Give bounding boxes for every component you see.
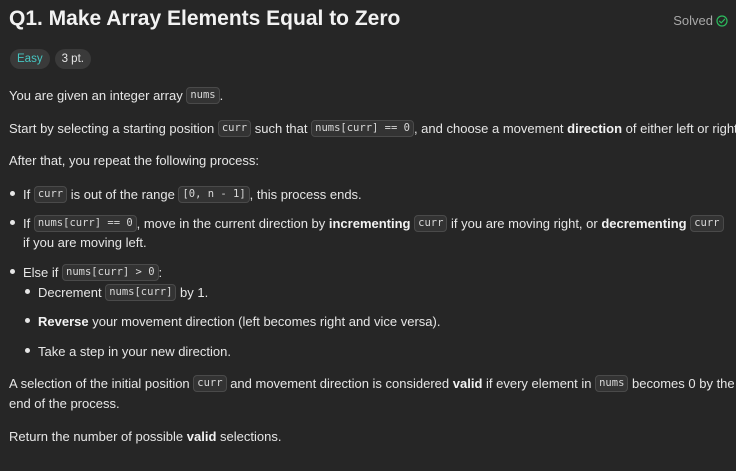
bold-text: Reverse — [38, 314, 89, 329]
text: : — [158, 265, 163, 280]
bullet — [25, 348, 30, 353]
text: Else if — [23, 265, 63, 280]
inline-code: nums — [595, 375, 629, 393]
inline-code: nums[curr] == 0 — [33, 215, 137, 233]
text: if every element in — [482, 376, 596, 391]
inline-code: nums[curr] — [105, 284, 177, 302]
bullet — [25, 289, 30, 294]
text: by 1. — [176, 285, 209, 300]
list-item: If curr is out of the range [0, n - 1], … — [23, 185, 362, 204]
list-item: Else if nums[curr] > 0: — [23, 263, 162, 282]
inline-code: curr — [193, 375, 227, 393]
list-item: If nums[curr] == 0, move in the current … — [23, 214, 724, 233]
problem-title: Q1. Make Array Elements Equal to Zero — [9, 7, 401, 30]
text: if you are moving right, or — [447, 216, 602, 231]
text: selections. — [216, 429, 282, 444]
nested-list-item: Reverse your movement direction (left be… — [38, 312, 440, 331]
text: Start by selecting a starting position — [9, 121, 218, 136]
points-badge: 3 pt. — [54, 49, 91, 69]
text: , move in the current direction by — [136, 216, 329, 231]
bullet — [10, 269, 15, 274]
solved-label: Solved — [673, 13, 713, 28]
inline-code: curr — [217, 120, 252, 138]
inline-code: curr — [414, 215, 448, 233]
inline-code: curr — [690, 215, 724, 233]
inline-code: nums — [186, 87, 220, 105]
bold-text: direction — [567, 121, 623, 136]
nested-list-item: Take a step in your new direction. — [38, 342, 231, 361]
paragraph-intro: You are given an integer array nums. — [9, 86, 223, 105]
bullet — [25, 318, 30, 323]
paragraph-process: After that, you repeat the following pro… — [9, 151, 259, 170]
text: , this process ends. — [249, 187, 362, 202]
badge-row: Easy 3 pt. — [10, 49, 91, 69]
text: If — [23, 187, 34, 202]
check-circle-icon — [716, 14, 728, 27]
text: , and choose a movement — [413, 121, 568, 136]
text: You are given an integer array — [9, 88, 187, 103]
bold-text: decrementing — [601, 216, 687, 231]
text: . — [219, 88, 224, 103]
text: After that, you repeat the following pro… — [9, 153, 260, 168]
text: end of the process. — [9, 396, 120, 411]
text: and movement direction is considered — [226, 376, 453, 391]
difficulty-badge[interactable]: Easy — [10, 49, 50, 69]
list-item-continuation: if you are moving left. — [23, 233, 147, 252]
bold-text: valid — [186, 429, 217, 444]
text: If — [23, 216, 34, 231]
inline-code: [0, n - 1] — [178, 186, 250, 204]
text: such that — [251, 121, 312, 136]
paragraph-validity-continuation: end of the process. — [9, 394, 120, 413]
text: of either left or right. — [622, 121, 736, 136]
paragraph-validity: A selection of the initial position curr… — [9, 374, 735, 393]
text: becomes 0 by the — [628, 376, 735, 391]
text: Return the number of possible — [9, 429, 187, 444]
paragraph-return: Return the number of possible valid sele… — [9, 427, 281, 446]
bullet — [10, 220, 15, 225]
text: Decrement — [38, 285, 106, 300]
paragraph-start: Start by selecting a starting position c… — [9, 119, 736, 138]
bold-text: valid — [452, 376, 483, 391]
bullet — [10, 191, 15, 196]
text: if you are moving left. — [23, 235, 147, 250]
nested-list-item: Decrement nums[curr] by 1. — [38, 283, 208, 302]
text: A selection of the initial position — [9, 376, 194, 391]
bold-text: incrementing — [328, 216, 411, 231]
inline-code: nums[curr] > 0 — [62, 264, 159, 282]
text: is out of the range — [67, 187, 179, 202]
inline-code: curr — [33, 186, 68, 204]
inline-code: nums[curr] == 0 — [311, 120, 414, 138]
text: your movement direction (left becomes ri… — [88, 314, 441, 329]
solved-status: Solved — [673, 13, 728, 28]
text: Take a step in your new direction. — [38, 344, 231, 359]
